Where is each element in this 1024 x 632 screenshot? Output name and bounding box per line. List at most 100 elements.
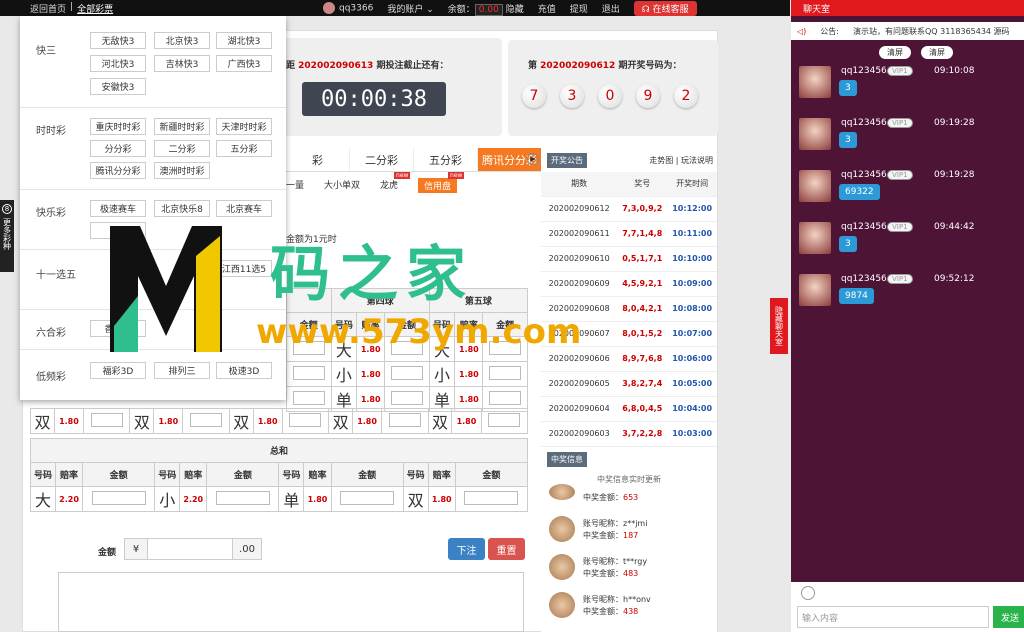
chevron-down-icon: ⌄ <box>426 4 434 15</box>
odds-value: 1.80 <box>454 361 484 387</box>
user[interactable]: qq3366 <box>323 2 373 14</box>
vip-badge: VIP1 <box>887 274 913 284</box>
clear-screen-button[interactable]: 清屏 <box>879 46 911 59</box>
place-bet-button[interactable]: 下注 <box>448 538 485 560</box>
ball-table-row: 双 1.80 双 1.80 双 1.80 双 1.80 双 1.80 <box>30 408 529 434</box>
amount-input[interactable] <box>292 390 325 405</box>
menu-item[interactable]: 安徽快3 <box>90 78 146 95</box>
more-lottery-tab[interactable]: 8 更多彩种 <box>0 200 14 272</box>
win-info-button[interactable]: 中奖信息 <box>547 452 587 467</box>
amount-input[interactable] <box>390 390 423 405</box>
home-link[interactable]: 返回首页 <box>30 2 66 15</box>
table-row: 202002090612 7,3,0,9,2 10:12:00 <box>541 196 717 222</box>
menu-item[interactable]: 北京赛车 <box>216 200 272 217</box>
subtab-quantity[interactable]: 一量 <box>286 178 304 193</box>
tab-two-min[interactable]: 二分彩 <box>350 148 414 171</box>
menu-item[interactable]: 河北快3 <box>90 55 146 72</box>
chat-room: 聊天室 ◁) 公告: 演示站，有问题联系QQ 3118365434 源码 清屏 … <box>791 0 1024 632</box>
amount-input[interactable] <box>340 490 395 505</box>
menu-group-label: 时时彩 <box>36 126 66 137</box>
amount-input[interactable] <box>90 412 123 427</box>
amount-input[interactable] <box>390 340 423 355</box>
menu-item[interactable]: 香港六 <box>90 320 146 337</box>
bet-code: 双 <box>328 408 354 434</box>
chat-notice: ◁) 公告: 演示站，有问题联系QQ 3118365434 源码 <box>791 22 1024 40</box>
hide-chat-button[interactable]: 隐藏聊天室 <box>770 298 788 354</box>
menu-item[interactable]: 新疆时时彩 <box>154 118 210 135</box>
menu-group-label: 快三 <box>36 46 56 57</box>
header-amount: 金额 <box>482 312 528 337</box>
new-badge: new <box>394 172 411 179</box>
menu-item[interactable]: 福彩3D <box>90 362 146 379</box>
message-user: qq123456 <box>841 66 887 76</box>
clear-screen-button-2[interactable]: 清屏 <box>921 46 953 59</box>
odds-value: 1.80 <box>454 336 484 362</box>
menu-item[interactable]: 极速赛车 <box>90 200 146 217</box>
bet-amount-input[interactable] <box>147 538 233 560</box>
avatar <box>799 222 831 254</box>
play-icon[interactable]: ▶ <box>527 153 539 165</box>
menu-item[interactable]: 乐8 <box>90 222 146 239</box>
table-row: 202002090610 0,5,1,7,1 10:10:00 <box>541 246 717 272</box>
amount-input[interactable] <box>292 340 325 355</box>
tab-five-min[interactable]: 五分彩 <box>414 148 478 171</box>
odds-value: 1.80 <box>303 486 332 512</box>
send-button[interactable]: 发送 <box>993 606 1024 628</box>
chart-rules-links[interactable]: 走势图 | 玩法说明 <box>649 155 713 166</box>
col-header-5: 第五球 <box>428 288 529 313</box>
hide-balance-button[interactable]: 隐藏 <box>506 5 524 15</box>
menu-item[interactable]: 广西快3 <box>216 55 272 72</box>
subtab-big-small[interactable]: 大小单双 <box>324 178 360 193</box>
menu-item[interactable]: 北京快乐8 <box>154 200 210 217</box>
emoji-icon[interactable] <box>801 586 815 600</box>
header-issue: 期数 <box>541 172 618 197</box>
online-service-button[interactable]: ☊ 在线客服 <box>633 0 697 16</box>
chat-input[interactable]: 输入内容 <box>797 606 989 628</box>
amount-input[interactable] <box>292 365 325 380</box>
my-account-menu[interactable]: 我的账户 ⌄ <box>387 2 433 15</box>
bet-code: 小 <box>330 361 358 387</box>
amount-input[interactable] <box>388 412 421 427</box>
amount-input[interactable] <box>190 412 223 427</box>
menu-item[interactable]: 江西11选5 <box>216 260 272 277</box>
subtab-credit[interactable]: 信用盘 new <box>418 172 465 193</box>
avatar <box>549 516 575 542</box>
amount-input[interactable] <box>489 390 522 405</box>
menu-item[interactable]: 湖北快3 <box>216 32 272 49</box>
menu-item[interactable]: 无敌快3 <box>90 32 146 49</box>
logout-link[interactable]: 退出 <box>602 2 620 15</box>
results-panel: 开奖公告 走势图 | 玩法说明 期数 奖号 开奖时间 202002090612 7,3… <box>541 148 717 448</box>
amount-input[interactable] <box>489 365 522 380</box>
menu-item[interactable]: 腾讯分分彩 <box>90 162 146 179</box>
tab-game[interactable]: 彩 <box>286 148 350 171</box>
menu-item[interactable]: 五分彩 <box>216 140 272 157</box>
menu-item[interactable]: 分分彩 <box>90 140 146 157</box>
reset-button[interactable]: 重置 <box>488 538 525 560</box>
message-user: qq123456 <box>841 222 887 232</box>
menu-item[interactable]: 重庆时时彩 <box>90 118 146 135</box>
menu-item[interactable]: 天津时时彩 <box>216 118 272 135</box>
all-lottery-link[interactable]: 全部彩票 <box>77 2 113 15</box>
draw-notice-button[interactable]: 开奖公告 <box>547 152 587 168</box>
list-item: 账号昵称：z**jmi 中奖金额：187 <box>549 516 709 546</box>
amount-input[interactable] <box>489 340 522 355</box>
amount-input[interactable] <box>91 490 146 505</box>
amount-input[interactable] <box>390 365 423 380</box>
withdraw-link[interactable]: 提现 <box>570 2 588 15</box>
recharge-link[interactable]: 充值 <box>538 2 556 15</box>
menu-item[interactable]: 二分彩 <box>154 140 210 157</box>
bet-list-area[interactable] <box>58 572 524 632</box>
speaker-icon: ◁) <box>797 26 807 36</box>
menu-item[interactable]: 极速3D <box>216 362 272 379</box>
amount-input[interactable] <box>289 412 322 427</box>
menu-item[interactable]: 澳洲时时彩 <box>154 162 210 179</box>
amount-input[interactable] <box>464 490 519 505</box>
menu-item[interactable]: 排列三 <box>154 362 210 379</box>
amount-input[interactable] <box>488 412 521 427</box>
menu-item[interactable]: 吉林快3 <box>154 55 210 72</box>
message-user: qq123456 <box>841 274 887 284</box>
subtab-dragon-tiger[interactable]: 龙虎 new <box>380 172 411 193</box>
menu-item[interactable]: 北京快3 <box>154 32 210 49</box>
bet-code: 双 <box>402 486 429 512</box>
amount-input[interactable] <box>215 490 270 505</box>
